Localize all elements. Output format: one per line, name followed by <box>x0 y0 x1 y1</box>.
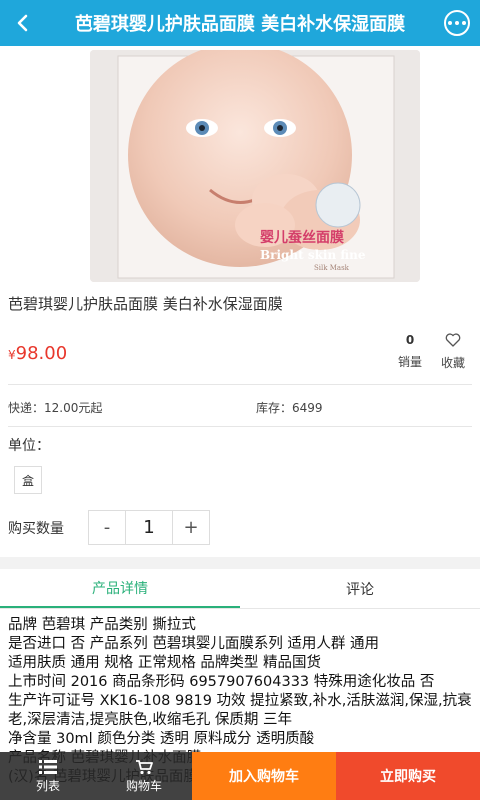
bottom-action-bar: 列表 购物车 加入购物车 立即购买 <box>0 752 480 800</box>
list-icon <box>39 759 57 774</box>
unit-label: 单位： <box>8 438 50 454</box>
divider <box>8 384 472 385</box>
buy-now-button[interactable]: 立即购买 <box>336 752 480 800</box>
more-menu-button[interactable] <box>434 0 480 46</box>
page-title: 芭碧琪婴儿护肤品面膜 美白补水保湿面膜 <box>74 14 406 35</box>
tab-product-details[interactable]: 产品详情 <box>0 569 240 608</box>
more-dots-icon <box>444 10 470 36</box>
svg-text:Silk Mask: Silk Mask <box>314 264 350 272</box>
chevron-left-icon <box>17 14 28 32</box>
svg-text:婴儿蚕丝面膜: 婴儿蚕丝面膜 <box>260 229 344 246</box>
price-value: 98.00 <box>15 343 68 364</box>
add-to-cart-button[interactable]: 加入购物车 <box>192 752 336 800</box>
increase-button[interactable]: + <box>173 511 209 544</box>
favorite-button[interactable]: 收藏 <box>436 332 470 371</box>
list-label: 列表 <box>35 778 60 793</box>
section-separator <box>0 557 480 569</box>
divider <box>8 426 472 427</box>
top-bar: 芭碧琪婴儿护肤品面膜 美白补水保湿面膜 <box>0 0 480 46</box>
decrease-button[interactable]: - <box>89 511 125 544</box>
cart-label: 购物车 <box>125 778 162 793</box>
stock-count: 库存：6499 <box>256 401 323 415</box>
unit-option[interactable]: 盒 <box>14 466 42 494</box>
detail-tabs: 产品详情 评论 <box>0 569 480 609</box>
heart-icon <box>445 333 461 347</box>
product-price: ¥98.00 <box>8 343 67 364</box>
list-button[interactable]: 列表 <box>0 752 96 800</box>
quantity-stepper: - 1 + <box>88 510 210 545</box>
svg-text:Bright skin fine: Bright skin fine <box>260 248 366 262</box>
product-image[interactable]: 婴儿蚕丝面膜 Bright skin fine Silk Mask <box>90 50 420 282</box>
tab-comments[interactable]: 评论 <box>240 569 480 608</box>
product-name: 芭碧琪婴儿护肤品面膜 美白补水保湿面膜 <box>8 295 283 313</box>
currency-symbol: ¥ <box>8 348 16 362</box>
favorite-label: 收藏 <box>440 356 465 370</box>
sales-label: 销量 <box>397 355 422 369</box>
back-button[interactable] <box>0 0 46 46</box>
product-detail-page: 芭碧琪婴儿护肤品面膜 美白补水保湿面膜 婴儿蚕丝面膜 Bright skin f… <box>0 0 480 800</box>
quantity-input[interactable]: 1 <box>125 511 173 544</box>
cart-icon <box>136 759 153 774</box>
shipping-fee: 快递：12.00元起 <box>8 401 103 415</box>
quantity-label: 购买数量 <box>8 521 64 537</box>
sales-count: 0 销量 <box>393 333 427 370</box>
cart-button[interactable]: 购物车 <box>96 752 192 800</box>
sales-number: 0 <box>405 333 415 347</box>
